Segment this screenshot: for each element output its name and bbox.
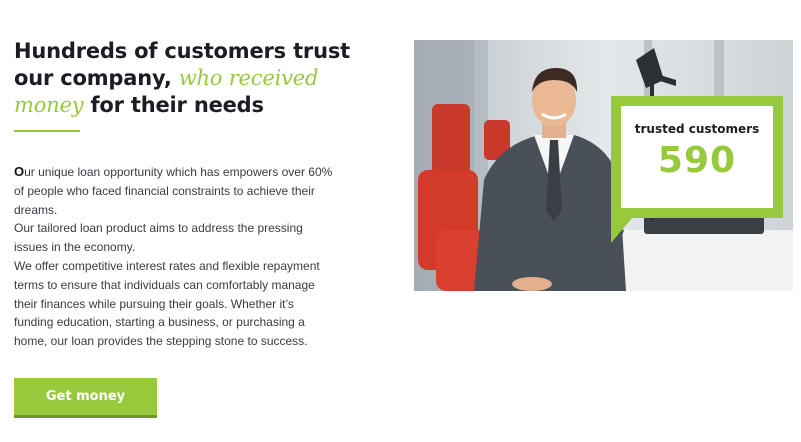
- section-heading: Hundreds of customers trust our company, …: [14, 38, 354, 119]
- heading-accent-2: money: [14, 93, 84, 117]
- heading-line-3-suffix: for their needs: [83, 93, 264, 117]
- description: Our unique loan opportunity which has em…: [14, 163, 334, 351]
- dropcap: O: [14, 164, 25, 179]
- stat-callout: trusted customers 590: [611, 96, 783, 218]
- stat-callout-tail: [611, 217, 633, 243]
- heading-underline: [14, 130, 80, 132]
- paragraph-1-text: ur unique loan opportunity which has emp…: [14, 165, 333, 217]
- heading-accent-1: who received: [178, 66, 319, 90]
- description-paragraph-1: Our unique loan opportunity which has em…: [14, 163, 334, 219]
- stat-value: 590: [657, 140, 737, 181]
- stat-callout-inner: trusted customers 590: [621, 106, 773, 208]
- heading-line-1: Hundreds of customers trust: [14, 39, 350, 63]
- page: Hundreds of customers trust our company, …: [0, 0, 801, 442]
- stat-label: trusted customers: [634, 122, 760, 136]
- get-money-button[interactable]: Get money: [14, 378, 157, 418]
- description-paragraph-2: Our tailored loan product aims to addres…: [14, 221, 303, 255]
- heading-line-2-prefix: our company,: [14, 66, 179, 90]
- description-paragraph-3: We offer competitive interest rates and …: [14, 258, 320, 349]
